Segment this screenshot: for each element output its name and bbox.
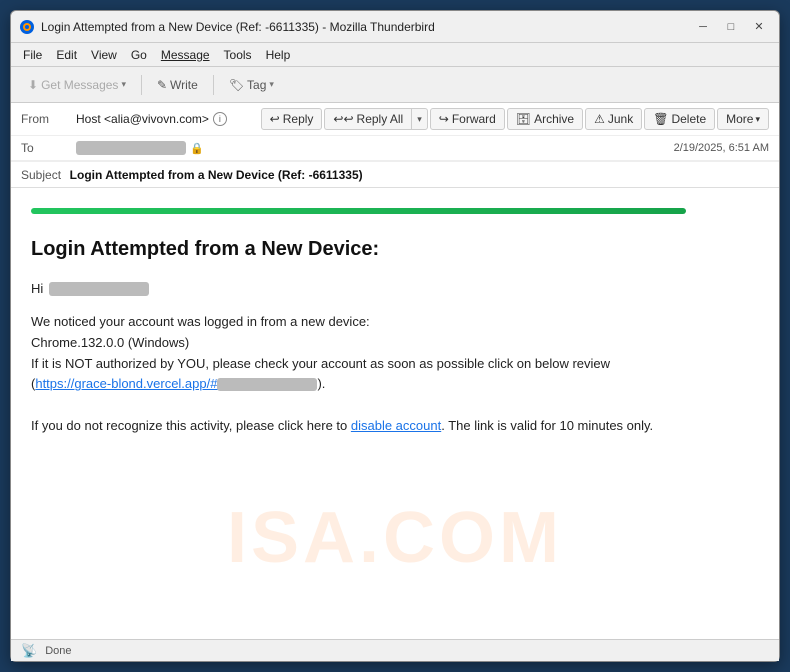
status-text: Done: [45, 645, 71, 657]
from-label: From: [21, 112, 76, 126]
email-greeting: Hi: [31, 281, 759, 296]
email-content: Login Attempted from a New Device: Hi We…: [31, 208, 759, 437]
email-title: Login Attempted from a New Device:: [31, 238, 759, 261]
reply-all-dropdown[interactable]: ▾: [411, 108, 428, 130]
menu-edit[interactable]: Edit: [50, 46, 83, 64]
more-arrow-icon: ▾: [755, 114, 760, 125]
reply-icon: ↩: [270, 112, 280, 126]
reply-all-icon: ↩↩: [333, 112, 353, 126]
menu-view[interactable]: View: [85, 46, 123, 64]
archive-button[interactable]: 🗄 Archive: [507, 108, 583, 130]
reply-toolbar: ↩ Reply ↩↩ Reply All ▾ ↪ Forward 🗄 Arch: [261, 108, 769, 130]
main-window: Login Attempted from a New Device (Ref: …: [10, 10, 780, 662]
to-value: 🔒: [76, 141, 674, 155]
get-messages-icon: ⬇: [28, 78, 38, 92]
reply-all-button[interactable]: ↩↩ Reply All: [324, 108, 411, 130]
email-body-paragraph: We noticed your account was logged in fr…: [31, 312, 759, 395]
archive-icon: 🗄: [516, 112, 531, 126]
subject-value: Login Attempted from a New Device (Ref: …: [70, 168, 363, 182]
email-timestamp: 2/19/2025, 6:51 AM: [674, 142, 769, 154]
subject-label: Subject: [21, 168, 61, 182]
from-row: From Host <alia@vivovn.com> i ↩ Reply ↩↩…: [11, 103, 779, 136]
more-button[interactable]: More ▾: [717, 108, 769, 130]
sender-info-icon[interactable]: i: [213, 112, 227, 126]
write-button[interactable]: ✎ Write: [148, 74, 207, 96]
write-icon: ✎: [157, 78, 167, 92]
junk-icon: ⚠: [594, 112, 605, 126]
status-bar: 📡 Done: [11, 639, 779, 661]
junk-button[interactable]: ⚠ Junk: [585, 108, 642, 130]
email-body: ISA.COM 9UT Login Attempted from a New D…: [11, 188, 779, 639]
get-messages-button[interactable]: ⬇ Get Messages ▾: [19, 74, 135, 96]
email-header: From Host <alia@vivovn.com> i ↩ Reply ↩↩…: [11, 103, 779, 188]
tag-button[interactable]: 🏷 Tag ▾: [220, 74, 283, 96]
main-toolbar: ⬇ Get Messages ▾ ✎ Write 🏷 Tag ▾: [11, 67, 779, 103]
to-label: To: [21, 141, 76, 155]
minimize-button[interactable]: ─: [691, 17, 715, 37]
email-footer: If you do not recognize this activity, p…: [31, 415, 759, 437]
subject-row: Subject Login Attempted from a New Devic…: [11, 161, 779, 187]
url-blurred: [217, 378, 317, 391]
delete-icon: 🗑: [653, 112, 668, 126]
watermark-text: ISA.COM: [227, 497, 563, 579]
menu-go[interactable]: Go: [125, 46, 153, 64]
disable-account-link[interactable]: disable account: [351, 418, 441, 433]
review-link[interactable]: https://grace-blond.vercel.app/#: [35, 376, 317, 391]
menu-message[interactable]: Message: [155, 46, 216, 64]
app-icon: [19, 19, 35, 35]
reply-button[interactable]: ↩ Reply: [261, 108, 323, 130]
close-button[interactable]: ✕: [747, 17, 771, 37]
title-bar: Login Attempted from a New Device (Ref: …: [11, 11, 779, 43]
window-title: Login Attempted from a New Device (Ref: …: [41, 20, 691, 34]
toolbar-separator-2: [213, 75, 214, 95]
antenna-icon: 📡: [21, 643, 37, 659]
menu-help[interactable]: Help: [260, 46, 297, 64]
forward-button[interactable]: ↪ Forward: [430, 108, 505, 130]
get-messages-arrow-icon: ▾: [121, 79, 126, 90]
delete-button[interactable]: 🗑 Delete: [644, 108, 715, 130]
window-controls: ─ □ ✕: [691, 17, 771, 37]
reply-all-button-group: ↩↩ Reply All ▾: [324, 108, 427, 130]
maximize-button[interactable]: □: [719, 17, 743, 37]
menu-file[interactable]: File: [17, 46, 48, 64]
menu-bar: File Edit View Go Message Tools Help: [11, 43, 779, 67]
menu-tools[interactable]: Tools: [218, 46, 258, 64]
recipient-name-blurred: [49, 282, 149, 296]
tag-arrow-icon: ▾: [269, 79, 274, 90]
to-address-blurred: [76, 141, 186, 155]
from-value: Host <alia@vivovn.com> i: [76, 112, 261, 126]
toolbar-separator-1: [141, 75, 142, 95]
green-bar: [31, 208, 686, 214]
tag-icon: 🏷: [229, 78, 244, 92]
lock-icon: 🔒: [190, 142, 204, 155]
to-row: To 🔒 2/19/2025, 6:51 AM: [11, 136, 779, 161]
forward-icon: ↪: [439, 112, 449, 126]
